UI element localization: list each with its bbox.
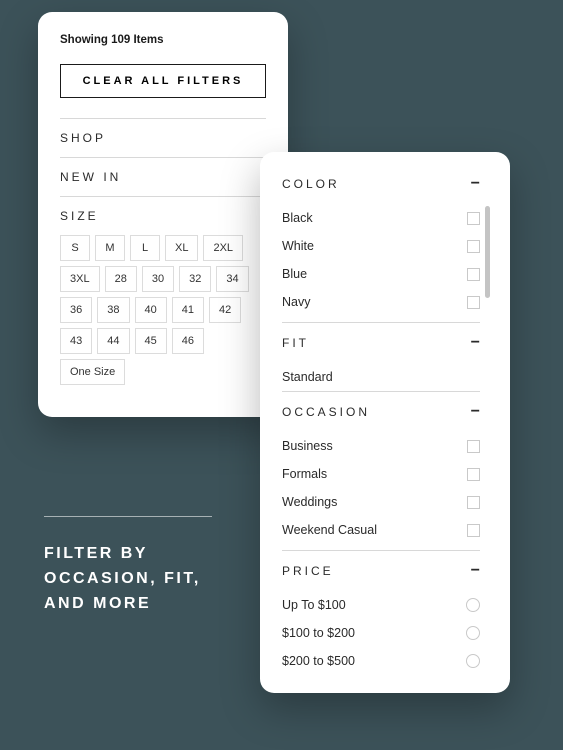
price-option-row[interactable]: $100 to $200 <box>282 619 480 647</box>
section-title: COLOR <box>282 177 340 191</box>
clear-all-filters-button[interactable]: CLEAR ALL FILTERS <box>60 64 266 98</box>
section-header-color[interactable]: COLOR − <box>282 164 480 204</box>
size-option[interactable]: 32 <box>179 266 211 292</box>
collapse-icon: − <box>471 404 480 420</box>
color-option-row[interactable]: Navy <box>282 288 480 316</box>
checkbox-icon[interactable] <box>467 240 480 253</box>
option-label: $200 to $500 <box>282 654 355 668</box>
size-option[interactable]: 3XL <box>60 266 100 292</box>
size-option[interactable]: 42 <box>209 297 241 323</box>
option-label: Business <box>282 439 333 453</box>
scrollbar-thumb[interactable] <box>485 206 490 298</box>
size-option[interactable]: 28 <box>105 266 137 292</box>
checkbox-icon[interactable] <box>467 524 480 537</box>
section-header-shop[interactable]: SHOP <box>60 119 266 157</box>
section-header-occasion[interactable]: OCCASION − <box>282 392 480 432</box>
option-label: Formals <box>282 467 327 481</box>
results-count: Showing 109 Items <box>60 34 266 46</box>
price-options: Up To $100 $100 to $200 $200 to $500 <box>282 591 480 675</box>
checkbox-icon[interactable] <box>467 440 480 453</box>
size-option[interactable]: 46 <box>172 328 204 354</box>
section-title: SHOP <box>60 131 106 145</box>
filter-panel-left: Showing 109 Items CLEAR ALL FILTERS SHOP… <box>38 12 288 417</box>
checkbox-icon[interactable] <box>467 468 480 481</box>
occasion-options: Business Formals Weddings Weekend Casual <box>282 432 480 544</box>
section-title: PRICE <box>282 564 334 578</box>
option-label: Blue <box>282 267 307 281</box>
size-option[interactable]: 40 <box>135 297 167 323</box>
size-options-grid: S M L XL 2XL 3XL 28 30 32 34 36 38 40 41… <box>60 235 266 399</box>
checkbox-icon[interactable] <box>467 212 480 225</box>
checkbox-icon[interactable] <box>467 296 480 309</box>
option-label: $100 to $200 <box>282 626 355 640</box>
option-label: Weddings <box>282 495 337 509</box>
filter-panel-right: COLOR − Black White Blue Navy FIT − Stan… <box>260 152 510 693</box>
option-label: Standard <box>282 370 333 384</box>
color-option-row[interactable]: White <box>282 232 480 260</box>
option-label: Black <box>282 211 313 225</box>
checkbox-icon[interactable] <box>467 268 480 281</box>
size-option[interactable]: 36 <box>60 297 92 323</box>
occasion-option-row[interactable]: Weekend Casual <box>282 516 480 544</box>
size-option[interactable]: 43 <box>60 328 92 354</box>
size-option[interactable]: 34 <box>216 266 248 292</box>
size-option[interactable]: One Size <box>60 359 125 385</box>
size-option[interactable]: XL <box>165 235 198 261</box>
marketing-tagline: FILTER BY OCCASION, FIT, AND MORE <box>44 542 204 616</box>
size-option[interactable]: 41 <box>172 297 204 323</box>
section-header-fit[interactable]: FIT − <box>282 323 480 363</box>
radio-icon[interactable] <box>466 626 480 640</box>
scrollbar[interactable] <box>485 206 490 318</box>
radio-icon[interactable] <box>466 654 480 668</box>
option-label: Navy <box>282 295 310 309</box>
occasion-option-row[interactable]: Business <box>282 432 480 460</box>
fit-options: Standard <box>282 363 480 391</box>
size-option[interactable]: M <box>95 235 125 261</box>
option-label: Up To $100 <box>282 598 346 612</box>
option-label: White <box>282 239 314 253</box>
section-title: NEW IN <box>60 170 121 184</box>
section-title: OCCASION <box>282 405 370 419</box>
color-option-row[interactable]: Black <box>282 204 480 232</box>
section-header-price[interactable]: PRICE − <box>282 551 480 591</box>
radio-icon[interactable] <box>466 598 480 612</box>
price-option-row[interactable]: Up To $100 <box>282 591 480 619</box>
section-header-new-in[interactable]: NEW IN <box>60 158 266 196</box>
occasion-option-row[interactable]: Weddings <box>282 488 480 516</box>
color-option-row[interactable]: Blue <box>282 260 480 288</box>
collapse-icon: − <box>471 335 480 351</box>
size-option[interactable]: 2XL <box>203 235 243 261</box>
color-options: Black White Blue Navy <box>282 204 480 316</box>
price-option-row[interactable]: $200 to $500 <box>282 647 480 675</box>
section-title: SIZE <box>60 209 99 223</box>
section-header-size[interactable]: SIZE <box>60 197 266 235</box>
size-option[interactable]: 30 <box>142 266 174 292</box>
size-option[interactable]: L <box>130 235 160 261</box>
size-option[interactable]: 44 <box>97 328 129 354</box>
fit-option-row[interactable]: Standard <box>282 363 480 391</box>
checkbox-icon[interactable] <box>467 496 480 509</box>
size-option[interactable]: 38 <box>97 297 129 323</box>
collapse-icon: − <box>471 563 480 579</box>
collapse-icon: − <box>471 176 480 192</box>
option-label: Weekend Casual <box>282 523 377 537</box>
size-option[interactable]: S <box>60 235 90 261</box>
tagline-divider <box>44 516 212 517</box>
occasion-option-row[interactable]: Formals <box>282 460 480 488</box>
section-title: FIT <box>282 336 309 350</box>
size-option[interactable]: 45 <box>135 328 167 354</box>
